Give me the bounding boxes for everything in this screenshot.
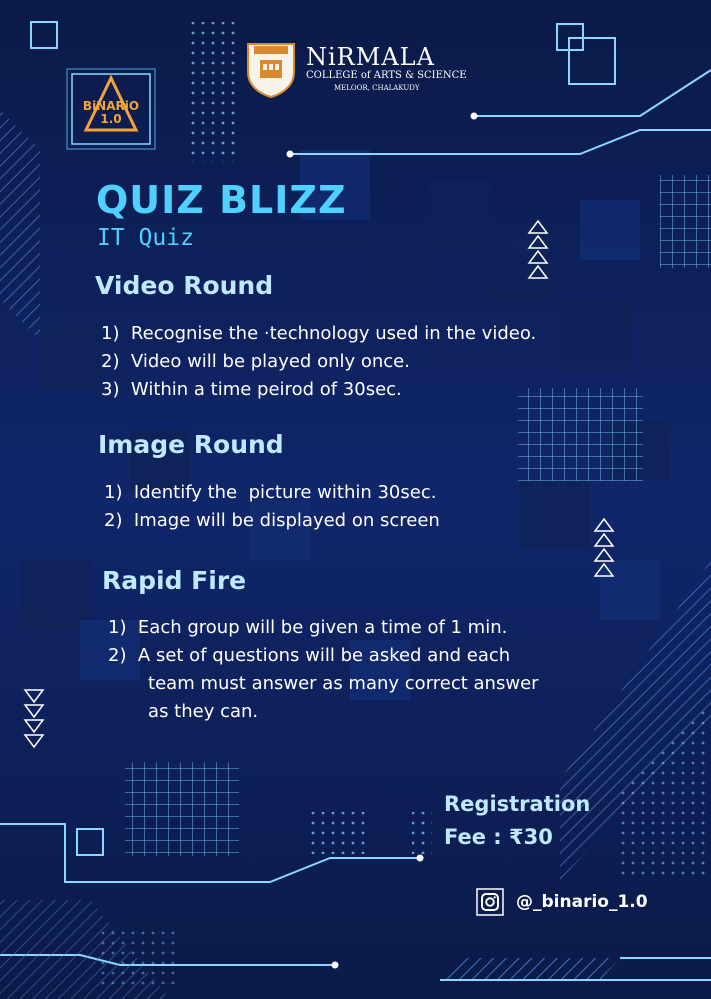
college-subtitle: COLLEGE of ARTS & SCIENCE <box>306 70 467 81</box>
event-subtitle: IT Quiz <box>97 225 194 251</box>
instagram-icon <box>476 888 504 916</box>
social-handle-text: @_binario_1.0 <box>516 892 648 912</box>
event-logo: BiNARiO 1.0 <box>66 68 156 154</box>
round-heading-image: Image Round <box>98 430 284 459</box>
college-location: MELOOR, CHALAKUDY <box>334 84 420 92</box>
rule-item: as they can. <box>108 701 259 722</box>
rule-item: 1) Identify the picture within 30sec. <box>104 482 437 503</box>
event-logo-text: BiNARiO 1.0 <box>82 99 140 126</box>
rule-item: team must answer as many correct answer <box>108 673 539 694</box>
round-heading-rapid-fire: Rapid Fire <box>102 566 247 595</box>
rule-item: 3) Within a time peirod of 30sec. <box>101 379 402 400</box>
rule-item: 1) Recognise the ·technology used in the… <box>101 323 537 344</box>
college-name: NiRMALA <box>306 43 435 71</box>
rule-item: 1) Each group will be given a time of 1 … <box>108 617 508 638</box>
registration-label: Registration <box>444 792 591 816</box>
registration-fee: Fee : ₹30 <box>444 825 553 849</box>
event-title: QUIZ BLIZZ <box>96 178 347 222</box>
instagram-handle[interactable]: @_binario_1.0 <box>476 888 648 916</box>
rule-item: 2) A set of questions will be asked and … <box>108 645 511 666</box>
round-heading-video: Video Round <box>95 271 274 300</box>
college-emblem <box>244 40 298 99</box>
rule-item: 2) Video will be played only once. <box>101 351 410 372</box>
rule-item: 2) Image will be displayed on screen <box>104 510 440 531</box>
